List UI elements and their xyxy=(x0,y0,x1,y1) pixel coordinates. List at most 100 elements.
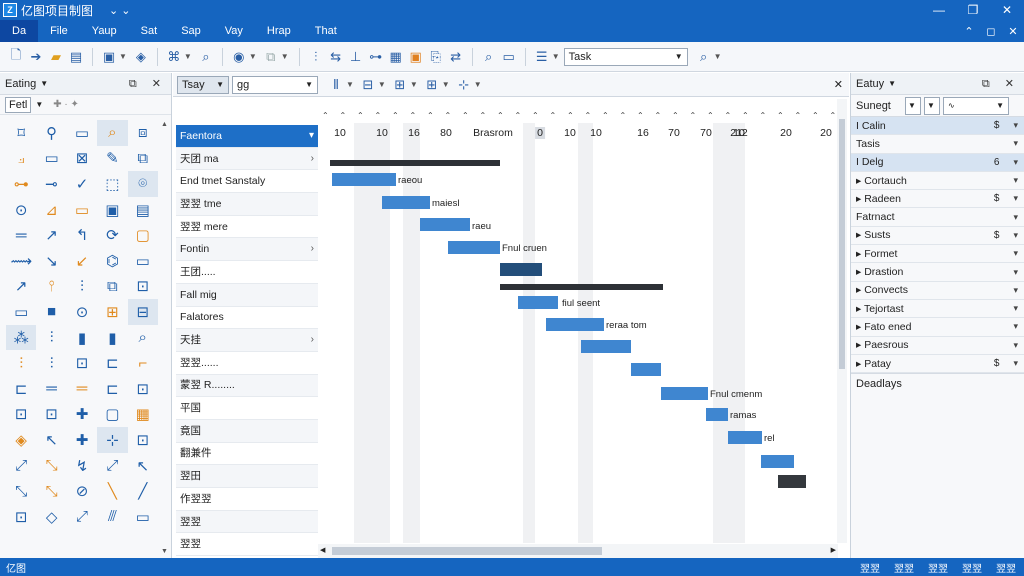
menu-item-that[interactable]: That xyxy=(303,20,349,42)
zoom-combo[interactable]: gg ▼ xyxy=(232,75,318,94)
shape-tile-icon[interactable]: ⌕ xyxy=(128,325,158,351)
chevron-down-icon[interactable]: ▾ xyxy=(1013,138,1018,149)
property-row[interactable]: ▸ Susts $ ▾ xyxy=(851,227,1024,246)
chevron-down-icon[interactable]: ▼ xyxy=(378,80,386,89)
chevron-down-icon[interactable]: ▼ xyxy=(249,52,257,61)
shape-tile-icon[interactable]: ⤢ xyxy=(67,504,97,530)
library-nav-icon[interactable]: ✚ · ✦ xyxy=(53,99,79,110)
list-icon[interactable]: ☰ xyxy=(532,47,552,67)
task-row[interactable]: 翻兼件 xyxy=(176,443,318,466)
close-gantt-icon[interactable]: ✕ xyxy=(834,78,843,91)
shape-tile-icon[interactable]: ⊡ xyxy=(36,402,66,428)
chevron-down-icon[interactable]: ▾ xyxy=(1013,303,1018,314)
task-row[interactable]: 翌翌 xyxy=(176,510,318,534)
menu-item-yaup[interactable]: Yaup xyxy=(80,20,129,42)
expand-icon[interactable]: › xyxy=(311,335,314,345)
save-icon[interactable]: ▤ xyxy=(66,47,86,67)
status-item[interactable]: 翌翌 xyxy=(996,560,1016,575)
task-bar[interactable] xyxy=(761,455,794,468)
task-bar[interactable] xyxy=(546,318,604,331)
shape-tile-icon[interactable]: ⊡ xyxy=(128,274,158,300)
shape-tile-icon[interactable]: ◈ xyxy=(6,427,36,453)
property-row[interactable]: ▸ Formet ▾ xyxy=(851,245,1024,264)
shape-tile-icon[interactable]: ↗ xyxy=(36,222,66,248)
shape-tile-icon[interactable]: ⫶ xyxy=(6,350,36,376)
shape-tile-icon[interactable]: ╲ xyxy=(97,478,127,504)
shape-tile-icon[interactable]: ⌑ xyxy=(6,120,36,146)
task-row[interactable]: 天团 ma › xyxy=(176,147,318,171)
task-row[interactable]: 翌翌 mere xyxy=(176,216,318,239)
menu-item-hrap[interactable]: Hrap xyxy=(255,20,303,42)
eraser-icon[interactable]: ◈ xyxy=(131,47,151,67)
shape-tile-icon[interactable]: ⊶ xyxy=(6,171,36,197)
task-row[interactable]: 翌田 xyxy=(176,465,318,488)
table-icon[interactable]: ▦ xyxy=(386,47,406,67)
status-item[interactable]: 翌翌 xyxy=(928,560,948,575)
line-dropdown[interactable]: ▼ xyxy=(924,96,940,115)
shape-tile-icon[interactable]: ▭ xyxy=(67,197,97,223)
property-row[interactable]: ▸ Cortauch ▾ xyxy=(851,172,1024,191)
property-row[interactable]: ▸ Paesrous ▾ xyxy=(851,337,1024,355)
shape-tile-icon[interactable]: ▤ xyxy=(128,197,158,223)
shape-tile-icon[interactable]: ▭ xyxy=(36,146,66,172)
shape-tile-icon[interactable]: ⊏ xyxy=(97,376,127,402)
task-bar[interactable] xyxy=(518,296,558,309)
shape-tile-icon[interactable]: ⧉ xyxy=(97,274,127,300)
property-row[interactable]: ▸ Radeen $ ▾ xyxy=(851,190,1024,209)
task-bar[interactable] xyxy=(661,387,708,400)
shape-tile-icon[interactable]: ⟳ xyxy=(97,222,127,248)
chevron-down-icon[interactable]: ▼ xyxy=(281,52,289,61)
shape-tile-icon[interactable]: ▭ xyxy=(6,299,36,325)
shape-tile-icon[interactable]: ↘ xyxy=(36,248,66,274)
task-row[interactable]: 翌翌 xyxy=(176,533,318,557)
task-bar[interactable] xyxy=(420,218,470,231)
chevron-down-icon[interactable]: ▼ xyxy=(35,100,43,109)
shape-tile-icon[interactable]: ⤢ xyxy=(6,453,36,479)
shape-tile-icon[interactable]: ⊙ xyxy=(67,299,97,325)
task-bar[interactable] xyxy=(706,408,728,421)
find-icon[interactable]: ⌕ xyxy=(694,47,714,67)
shape-tile-icon[interactable]: ⊘ xyxy=(67,478,97,504)
shape-tile-icon[interactable]: ╱ xyxy=(128,478,158,504)
shape-tile-icon[interactable]: ▮ xyxy=(97,325,127,351)
summary-bar[interactable] xyxy=(330,160,500,166)
shape-tile-icon[interactable]: ═ xyxy=(6,222,36,248)
print-icon[interactable]: ▣ xyxy=(99,47,119,67)
property-row[interactable]: ▸ Patay $ ▾ xyxy=(851,355,1024,374)
chevron-down-icon[interactable]: ▾ xyxy=(1013,248,1018,259)
chevron-down-icon[interactable]: ▾ xyxy=(1013,120,1018,131)
property-row[interactable]: Tasis ▾ xyxy=(851,135,1024,154)
shape-tile-icon[interactable]: ↰ xyxy=(67,222,97,248)
shape-tile-icon[interactable]: ↖ xyxy=(128,453,158,479)
chevron-down-icon[interactable]: ▼ xyxy=(346,80,354,89)
layers-icon[interactable]: ◉ xyxy=(229,47,249,67)
gantt-vertical-scrollbar[interactable] xyxy=(837,99,847,543)
task-row[interactable]: Faentora ▾ xyxy=(176,125,318,148)
panel-controls[interactable]: ⧉ ✕ xyxy=(982,77,1020,91)
chevron-down-icon[interactable]: ▾ xyxy=(1013,321,1018,332)
gantt-horizontal-scrollbar[interactable]: ◀ ▶ xyxy=(318,544,838,558)
property-row[interactable]: I Delg 6 ▾ xyxy=(851,153,1024,172)
shape-tile-icon[interactable]: ↙ xyxy=(67,248,97,274)
search-icon[interactable]: ⌕ xyxy=(479,47,499,67)
shape-tile-icon[interactable]: ⌾ xyxy=(127,171,158,197)
shape-tile-icon[interactable]: ⧈ xyxy=(128,120,158,146)
expand-icon[interactable]: › xyxy=(311,153,314,164)
task-row[interactable]: 作翌翌 xyxy=(176,488,318,511)
shape-tile-icon[interactable]: ═ xyxy=(67,376,97,402)
summary-bar[interactable] xyxy=(500,284,663,290)
shape-tile-icon[interactable]: ■ xyxy=(36,299,66,325)
minimize-button[interactable]: — xyxy=(922,3,956,17)
copy-icon[interactable]: ⧉ xyxy=(261,47,281,67)
shape-tile-icon[interactable]: ⊡ xyxy=(6,504,36,530)
shape-tile-icon[interactable]: ⊡ xyxy=(67,350,97,376)
scroll-left-icon[interactable]: ◀ xyxy=(320,546,325,554)
close-window-button[interactable]: ✕ xyxy=(990,3,1024,17)
status-item[interactable]: 翌翌 xyxy=(962,560,982,575)
chevron-down-icon[interactable]: ▼ xyxy=(714,52,722,61)
menu-item-sat[interactable]: Sat xyxy=(129,20,170,42)
chevron-down-icon[interactable]: ▼ xyxy=(305,80,313,89)
shape-tile-icon[interactable]: ⊿ xyxy=(36,197,66,223)
chevron-down-icon[interactable]: ▾ xyxy=(1013,267,1018,278)
swap-icon[interactable]: ⇄ xyxy=(446,47,466,67)
